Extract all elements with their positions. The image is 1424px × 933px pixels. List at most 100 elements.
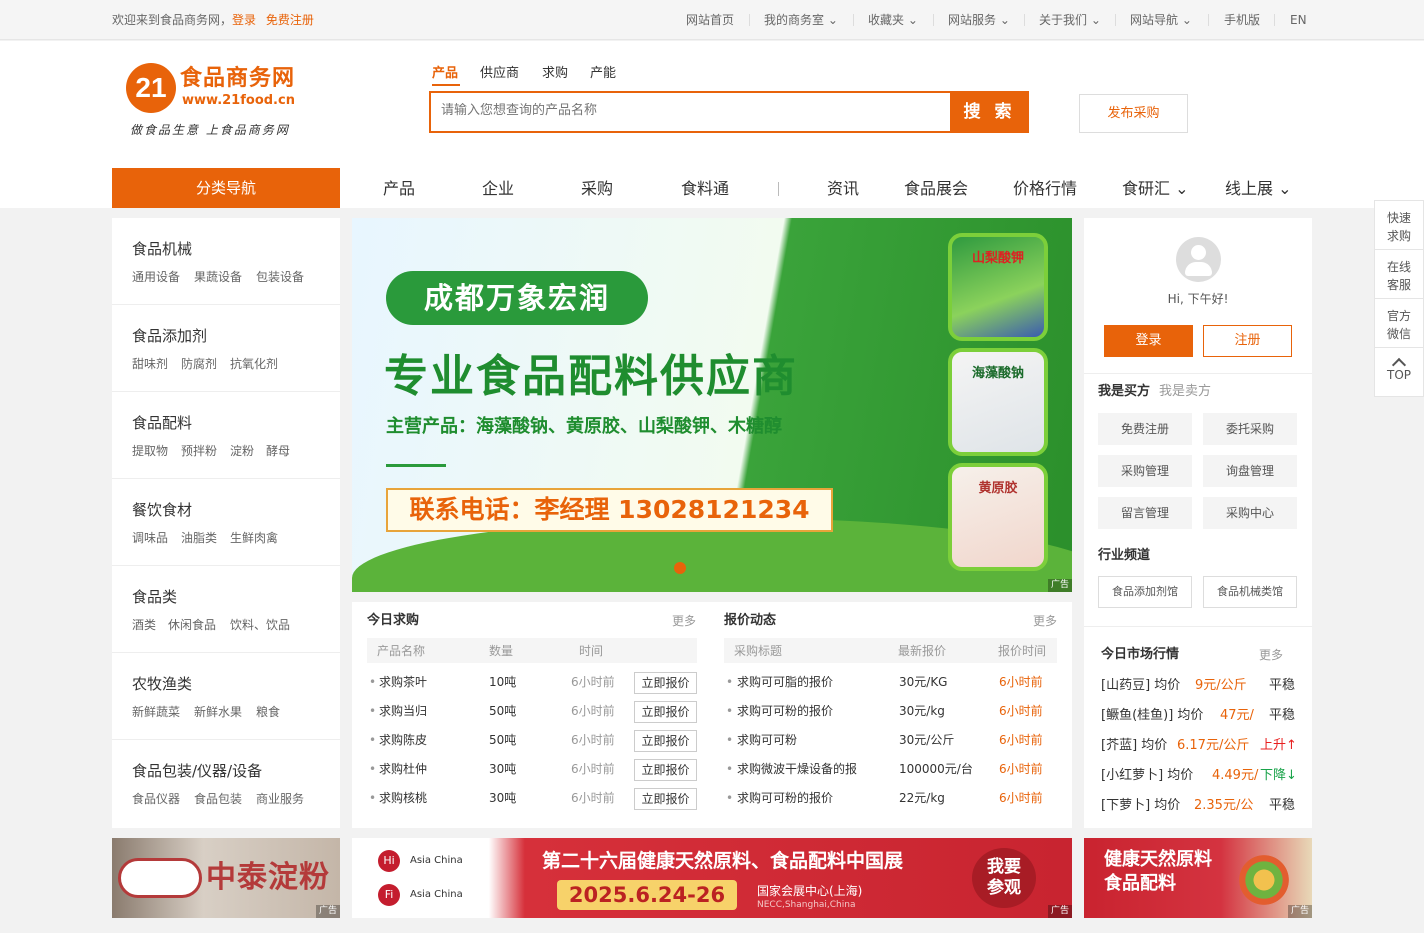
category-item[interactable]: 食品配料 提取物 预拌粉 淀粉 酵母: [112, 392, 340, 479]
nav-sitemap-link[interactable]: 网站导航 ⌄: [1130, 13, 1192, 27]
mainnav-online-expo[interactable]: 线上展 ⌄: [1225, 179, 1292, 198]
ad-hi-fi-expo[interactable]: Hi Asia China Fi Asia China 第二十六届健康天然原料、…: [352, 838, 1072, 918]
quote-now-button[interactable]: 立即报价: [634, 701, 697, 723]
category-sub[interactable]: 预拌粉: [181, 444, 217, 458]
category-sub[interactable]: 商业服务: [256, 792, 304, 806]
category-sub[interactable]: 酒类: [132, 618, 156, 632]
mainnav-companies[interactable]: 企业: [482, 179, 514, 198]
search-tab-suppliers[interactable]: 供应商: [480, 66, 519, 82]
quick-purchase-button[interactable]: 快速 求购: [1375, 201, 1423, 250]
market-row[interactable]: [鳜鱼(桂鱼)] 均价 47元/ 平稳: [1101, 708, 1301, 728]
mainnav-purchase[interactable]: 采购: [581, 179, 613, 198]
purchase-name[interactable]: 求购杜仲: [379, 762, 427, 776]
quote-title[interactable]: 求购可可粉的报价: [737, 704, 833, 718]
post-purchase-button[interactable]: 发布采购: [1079, 94, 1188, 133]
quote-now-button[interactable]: 立即报价: [634, 730, 697, 752]
mainnav-prices[interactable]: 价格行情: [1013, 179, 1077, 198]
category-item[interactable]: 食品机械 通用设备 果蔬设备 包装设备: [112, 218, 340, 305]
nav-mobile-link[interactable]: 手机版: [1224, 13, 1260, 27]
category-sub[interactable]: 防腐剂: [181, 357, 217, 371]
market-row[interactable]: [下萝卜] 均价 2.35元/公 平稳: [1101, 798, 1301, 818]
category-title[interactable]: 农牧渔类: [132, 675, 192, 693]
ad-zhongtai-starch[interactable]: 中泰淀粉 广告: [112, 838, 340, 918]
category-title[interactable]: 食品配料: [132, 414, 192, 432]
category-sub[interactable]: 酵母: [266, 444, 290, 458]
table-row[interactable]: • 求购可可脂的报价 30元/KG 6小时前: [724, 668, 1057, 697]
purchase-name[interactable]: 求购当归: [379, 704, 427, 718]
visit-button[interactable]: 我要参观: [972, 848, 1036, 908]
category-item[interactable]: 农牧渔类 新鲜蔬菜 新鲜水果 粮食: [112, 653, 340, 740]
purchase-name[interactable]: 求购茶叶: [379, 675, 427, 689]
category-title[interactable]: 食品包装/仪器/设备: [132, 762, 262, 780]
category-sub[interactable]: 抗氧化剂: [230, 357, 278, 371]
quote-now-button[interactable]: 立即报价: [634, 788, 697, 810]
category-sub[interactable]: 新鲜水果: [194, 705, 242, 719]
category-sub[interactable]: 果蔬设备: [194, 270, 242, 284]
nav-services-link[interactable]: 网站服务 ⌄: [948, 13, 1010, 27]
nav-english-link[interactable]: EN: [1290, 13, 1307, 27]
tab-seller[interactable]: 我是卖方: [1159, 384, 1211, 400]
table-row[interactable]: • 求购可可粉的报价 30元/kg 6小时前: [724, 697, 1057, 726]
mainnav-news[interactable]: 资讯: [827, 179, 859, 198]
category-sub[interactable]: 调味品: [132, 531, 168, 545]
channel-additives-button[interactable]: 食品添加剂馆: [1098, 576, 1192, 608]
purchase-center-button[interactable]: 采购中心: [1203, 497, 1297, 529]
mainnav-products[interactable]: 产品: [383, 179, 415, 198]
category-title[interactable]: 餐饮食材: [132, 501, 192, 519]
category-sub[interactable]: 新鲜蔬菜: [132, 705, 180, 719]
channel-machinery-button[interactable]: 食品机械类馆: [1203, 576, 1297, 608]
mainnav-shiliaotong[interactable]: 食料通: [681, 179, 729, 198]
category-sub[interactable]: 饮料、饮品: [230, 618, 290, 632]
nav-favorites-link[interactable]: 收藏夹 ⌄: [868, 13, 918, 27]
nav-about-link[interactable]: 关于我们 ⌄: [1039, 13, 1101, 27]
hero-banner[interactable]: 成都万象宏润 专业食品配料供应商 主营产品：海藻酸钠、黄原胶、山梨酸钾、木糖醇 …: [352, 218, 1072, 592]
nav-my-office-link[interactable]: 我的商务室 ⌄: [764, 13, 838, 27]
quote-title[interactable]: 求购可可粉的报价: [737, 791, 833, 805]
category-title[interactable]: 食品添加剂: [132, 327, 207, 345]
category-sub[interactable]: 通用设备: [132, 270, 180, 284]
category-sub[interactable]: 食品仪器: [132, 792, 180, 806]
purchase-name[interactable]: 求购核桃: [379, 791, 427, 805]
quotes-more-link[interactable]: 更多: [1033, 614, 1057, 628]
category-sub[interactable]: 粮食: [256, 705, 280, 719]
category-sub[interactable]: 休闲食品: [168, 618, 216, 632]
category-sub[interactable]: 生鲜肉禽: [230, 531, 278, 545]
quote-title[interactable]: 求购可可粉: [737, 733, 797, 747]
category-sub[interactable]: 甜味剂: [132, 357, 168, 371]
search-tab-products[interactable]: 产品: [432, 66, 458, 82]
message-manage-button[interactable]: 留言管理: [1098, 497, 1192, 529]
carousel-dot[interactable]: [674, 562, 686, 574]
table-row[interactable]: • 求购可可粉的报价 22元/kg 6小时前: [724, 784, 1057, 813]
login-button[interactable]: 登录: [1104, 325, 1193, 357]
top-register-link[interactable]: 免费注册: [266, 13, 314, 27]
category-item[interactable]: 餐饮食材 调味品 油脂类 生鲜肉禽: [112, 479, 340, 566]
inquiry-manage-button[interactable]: 询盘管理: [1203, 455, 1297, 487]
logo-mark[interactable]: 21: [126, 63, 176, 113]
logo-name[interactable]: 食品商务网: [180, 66, 295, 92]
category-item[interactable]: 食品类 酒类 休闲食品 饮料、饮品: [112, 566, 340, 653]
mainnav-exhibitions[interactable]: 食品展会: [904, 179, 968, 198]
category-title[interactable]: 食品类: [132, 588, 177, 606]
quote-title[interactable]: 求购可可脂的报价: [737, 675, 833, 689]
search-tab-capacity[interactable]: 产能: [590, 66, 616, 82]
market-row[interactable]: [芥蓝] 均价 6.17元/公斤 上升↑: [1101, 738, 1301, 758]
search-tab-purchase[interactable]: 求购: [542, 66, 568, 82]
category-title[interactable]: 食品机械: [132, 240, 192, 258]
mainnav-research[interactable]: 食研汇 ⌄: [1122, 179, 1189, 198]
category-nav-button[interactable]: 分类导航: [112, 168, 340, 208]
market-row[interactable]: [小红萝卜] 均价 4.49元/ 下降↓: [1101, 768, 1301, 788]
top-login-link[interactable]: 登录: [232, 13, 256, 27]
purchase-more-link[interactable]: 更多: [672, 614, 696, 628]
online-service-button[interactable]: 在线 客服: [1375, 250, 1423, 299]
purchase-manage-button[interactable]: 采购管理: [1098, 455, 1192, 487]
quote-now-button[interactable]: 立即报价: [634, 672, 697, 694]
entrust-purchase-button[interactable]: 委托采购: [1203, 413, 1297, 445]
table-row[interactable]: • 求购杜仲 30吨 6小时前 立即报价: [367, 755, 697, 784]
category-sub[interactable]: 包装设备: [256, 270, 304, 284]
table-row[interactable]: • 求购微波干燥设备的报 100000元/台 6小时前: [724, 755, 1057, 784]
nav-home-link[interactable]: 网站首页: [686, 13, 734, 27]
category-sub[interactable]: 食品包装: [194, 792, 242, 806]
back-to-top-button[interactable]: TOP: [1375, 348, 1423, 397]
table-row[interactable]: • 求购当归 50吨 6小时前 立即报价: [367, 697, 697, 726]
search-button[interactable]: 搜 索: [950, 91, 1029, 133]
